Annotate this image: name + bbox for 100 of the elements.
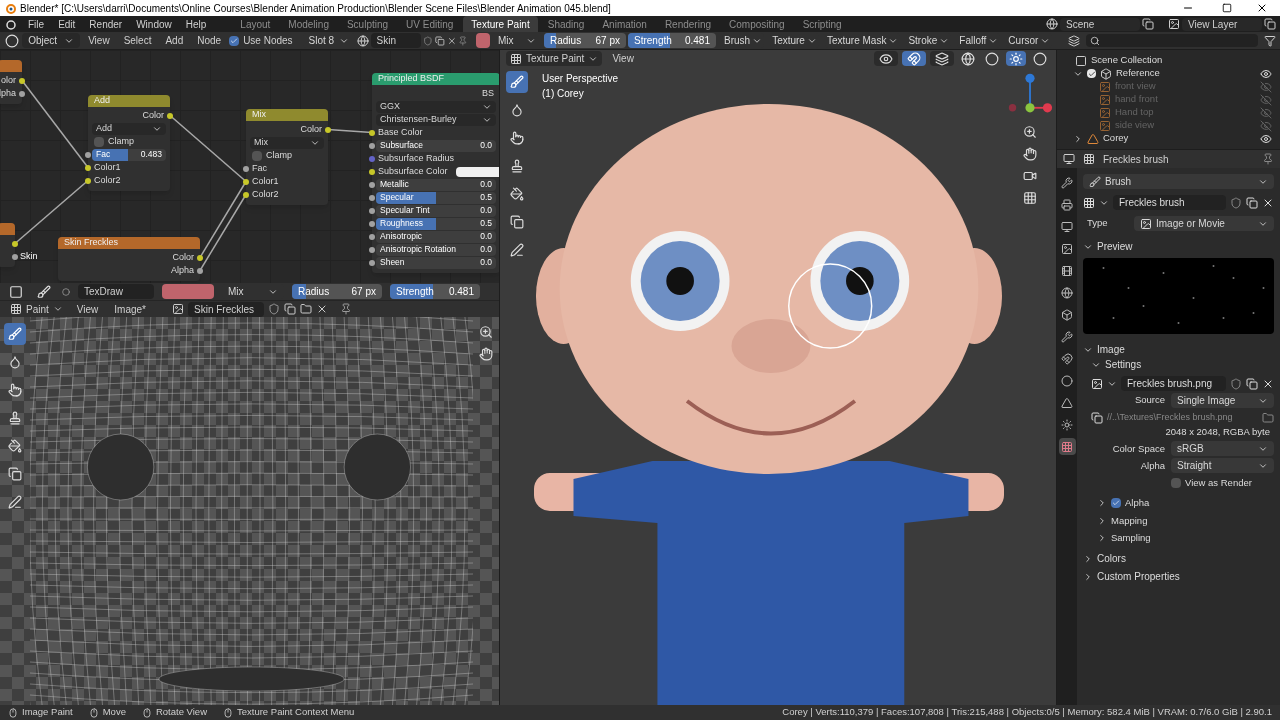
value-slider[interactable]: Sheen 0.0 bbox=[376, 256, 496, 269]
status-stats: Corey | Verts:110,379 | Faces:107,808 | Tris:215,488 | Objects:0/5 | Memory: 582.4 MiB | VRAM: 0.7/6.0 GiB | 2.90.1 bbox=[782, 705, 1272, 720]
texture-name-field[interactable]: Freckles brush bbox=[1113, 195, 1226, 210]
brush-name-field[interactable]: TexDraw bbox=[78, 284, 154, 299]
type-dropdown[interactable]: Image or Movie bbox=[1134, 216, 1274, 231]
socket-label: Color bbox=[300, 123, 322, 136]
node-title: Add bbox=[94, 94, 110, 108]
panel-header[interactable]: Settings bbox=[1091, 357, 1142, 372]
slider-value: 67 px bbox=[595, 34, 620, 48]
socket-label: Color2 bbox=[94, 174, 121, 187]
menu-item[interactable]: View bbox=[70, 301, 105, 317]
outliner-label: Corey bbox=[1103, 131, 1130, 146]
file-path-field[interactable]: //..\Textures\Freckles brush.png bbox=[1107, 410, 1258, 425]
checkbox-label: Clamp bbox=[108, 135, 134, 148]
field-label: Alpha bbox=[1139, 458, 1165, 473]
mode-dropdown[interactable]: Texture Paint bbox=[506, 51, 603, 66]
workspace-tab[interactable]: Rendering bbox=[656, 16, 720, 32]
scene-field[interactable]: Scene bbox=[1060, 17, 1140, 31]
node-dropdown[interactable]: GGX bbox=[376, 100, 496, 113]
outliner-row[interactable]: Reference bbox=[1057, 67, 1280, 80]
subpanel-label: Mapping bbox=[1111, 513, 1148, 528]
menu-item[interactable]: Image* bbox=[108, 301, 152, 317]
menu-item[interactable]: Node bbox=[191, 33, 228, 48]
node-dropdown[interactable]: Mix bbox=[250, 136, 324, 149]
slider-label: Fac bbox=[96, 148, 111, 161]
value-slider[interactable]: Roughness 0.5 bbox=[376, 217, 496, 230]
workspace-tab[interactable]: Layout bbox=[232, 16, 279, 32]
menu-item[interactable]: Render bbox=[83, 16, 129, 32]
slider-value: 0.0 bbox=[480, 256, 492, 269]
panel-header[interactable]: Colors bbox=[1083, 551, 1274, 566]
workspace-tab[interactable]: Sculpting bbox=[338, 16, 397, 32]
value-slider[interactable]: Anisotropic Rotation 0.0 bbox=[376, 243, 496, 256]
value-slider[interactable]: Specular Tint 0.0 bbox=[376, 204, 496, 217]
workspace-tab[interactable]: Texture Paint bbox=[463, 16, 538, 32]
outliner-row[interactable]: Scene Collection bbox=[1057, 54, 1280, 67]
menu-item[interactable]: View bbox=[606, 51, 640, 66]
mode-dropdown[interactable]: Paint bbox=[6, 301, 67, 317]
subpanel-label: Alpha bbox=[1125, 496, 1150, 511]
value-slider[interactable]: Specular 0.5 bbox=[376, 191, 496, 204]
value-slider[interactable]: Strength 0.481 bbox=[628, 33, 716, 48]
alpha-dropdown[interactable]: Straight bbox=[1171, 458, 1274, 474]
panel-header[interactable]: Image bbox=[1083, 342, 1274, 357]
workspace-tab[interactable]: Shading bbox=[539, 16, 593, 32]
node-title: Principled BSDF bbox=[378, 72, 445, 86]
workspace-tab[interactable]: UV Editing bbox=[398, 16, 462, 32]
slider-value: 67 px bbox=[351, 285, 376, 299]
menu-item[interactable]: Help bbox=[179, 16, 213, 32]
menu-item[interactable]: Select bbox=[117, 33, 158, 48]
shader-node[interactable]: Add Color Add Clamp Fac 0.483 Color1 Color2 bbox=[88, 95, 170, 191]
object-dropdown[interactable]: Object bbox=[22, 33, 81, 48]
slider-label: Specular Tint bbox=[380, 204, 430, 217]
value-slider[interactable]: Subsurface 0.0 bbox=[376, 139, 496, 152]
image-name-field[interactable]: Skin Freckles bbox=[188, 301, 264, 317]
material-field[interactable]: Skin bbox=[370, 33, 422, 48]
window-title: Blender* [C:\Users\darri\Documents\Online Courses\Blender Animation Production\Blender Scene Files\Blender Animation 045.blend] bbox=[20, 1, 612, 16]
socket-label: Color1 bbox=[252, 175, 279, 188]
socket-label: olor bbox=[1, 74, 16, 87]
slider-value: 0.0 bbox=[480, 178, 492, 191]
value-slider[interactable]: Fac 0.483 bbox=[92, 148, 166, 161]
menu-item[interactable]: Add bbox=[159, 33, 190, 48]
value-slider[interactable]: Metallic 0.0 bbox=[376, 178, 496, 191]
socket-label: Color bbox=[142, 109, 164, 122]
image-name-field[interactable]: Freckles brush.png bbox=[1121, 376, 1226, 391]
brush-dropdown[interactable]: Brush bbox=[1083, 174, 1274, 189]
socket-label: Color bbox=[172, 251, 194, 264]
node-dropdown[interactable]: Add bbox=[92, 122, 166, 135]
socket-label: Subsurface Radius bbox=[378, 152, 455, 165]
socket-label: Alpha bbox=[170, 264, 194, 277]
workspace-tab[interactable]: Compositing bbox=[721, 16, 793, 32]
status-hint: Move bbox=[102, 705, 126, 720]
panel-header[interactable]: Preview bbox=[1083, 239, 1274, 254]
workspace-tab[interactable]: Animation bbox=[594, 16, 655, 32]
menu-item[interactable]: Edit bbox=[52, 16, 82, 32]
shader-node[interactable]: olor lpha bbox=[0, 60, 22, 104]
outliner-label: Reference bbox=[1116, 66, 1161, 81]
socket-label: BS bbox=[482, 87, 494, 100]
shader-node[interactable]: Skin Freckles Color Alpha bbox=[58, 237, 200, 281]
status-hint: Texture Paint Context Menu bbox=[237, 705, 355, 720]
socket-label: Color2 bbox=[252, 188, 279, 201]
subpanel-label: Sampling bbox=[1111, 530, 1151, 545]
workspace-tab[interactable]: Modeling bbox=[280, 16, 337, 32]
shader-node[interactable]: Mix Color Mix Clamp Fac Color1 Color2 bbox=[246, 109, 328, 205]
slider-value: 0.0 bbox=[480, 204, 492, 217]
node-dropdown[interactable]: Christensen-Burley bbox=[376, 113, 496, 126]
menu-item[interactable]: View bbox=[82, 33, 116, 48]
viewport-info: (1) Corey bbox=[542, 87, 585, 101]
value-slider[interactable]: Strength 0.481 bbox=[390, 284, 480, 299]
panel-header[interactable]: Custom Properties bbox=[1083, 569, 1274, 584]
use-nodes-checkbox[interactable]: Use Nodes bbox=[229, 33, 293, 48]
source-dropdown[interactable]: Single Image bbox=[1171, 393, 1274, 408]
workspace-tab[interactable]: Scripting bbox=[794, 16, 850, 32]
color-space-dropdown[interactable]: sRGB bbox=[1171, 441, 1274, 457]
menu-item[interactable]: Window bbox=[130, 16, 178, 32]
value-slider[interactable]: Anisotropic 0.0 bbox=[376, 230, 496, 243]
outliner-row[interactable]: Corey bbox=[1057, 132, 1280, 145]
menu-item[interactable]: File bbox=[22, 16, 51, 32]
view-layer-field[interactable]: View Layer bbox=[1182, 17, 1262, 31]
socket-label: lpha bbox=[0, 87, 16, 100]
reroute-label: Skin bbox=[20, 250, 38, 263]
slider-value: 0.483 bbox=[140, 148, 162, 161]
